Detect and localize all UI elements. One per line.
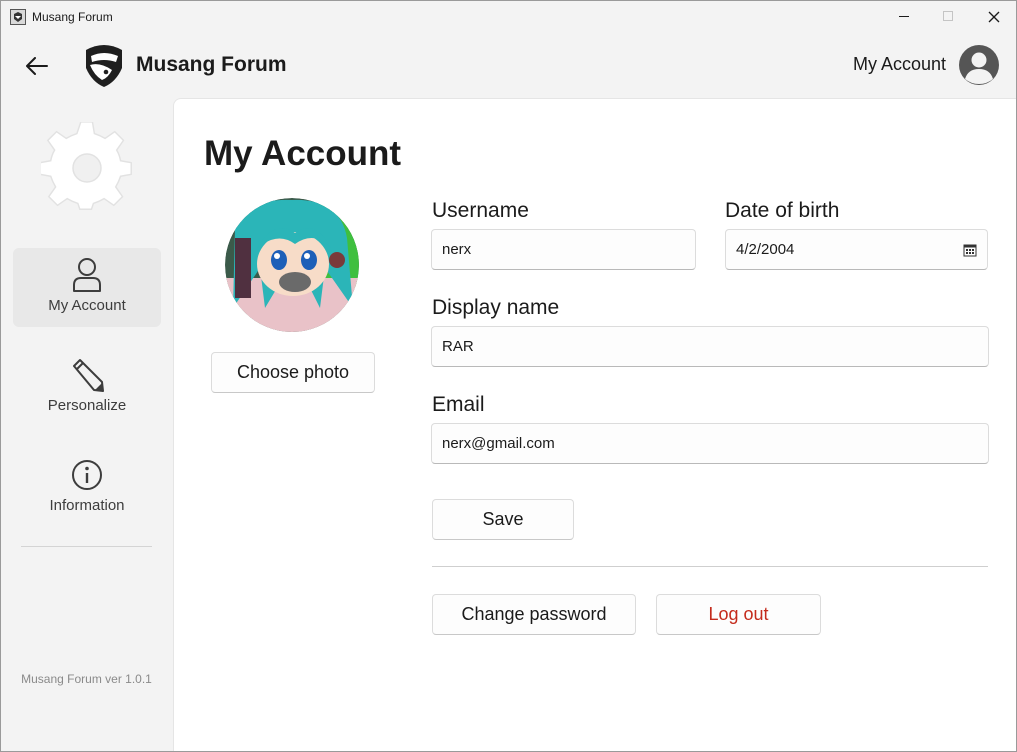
account-avatar-icon[interactable] — [958, 44, 1000, 86]
change-password-button[interactable]: Change password — [432, 594, 636, 635]
pencil-icon — [69, 357, 105, 393]
section-divider — [432, 566, 988, 567]
sidebar-item-label: Information — [49, 497, 125, 514]
sidebar-item-my-account[interactable]: My Account — [13, 248, 161, 327]
date-of-birth-label: Date of birth — [725, 199, 840, 222]
logout-button[interactable]: Log out — [656, 594, 821, 635]
display-name-field[interactable]: RAR — [431, 326, 989, 367]
badger-logo-icon — [82, 42, 126, 88]
app-logo-icon — [10, 8, 26, 25]
sidebar-item-personalize[interactable]: Personalize — [13, 348, 161, 427]
save-button[interactable]: Save — [432, 499, 574, 540]
display-name-label: Display name — [432, 296, 560, 319]
profile-photo — [225, 198, 359, 332]
email-label: Email — [432, 393, 485, 416]
minimize-button[interactable] — [881, 1, 927, 32]
sidebar-item-label: Personalize — [47, 397, 127, 414]
sidebar: My Account Personalize Information Musan… — [1, 98, 173, 751]
choose-photo-button[interactable]: Choose photo — [211, 352, 375, 393]
settings-gear-icon — [39, 121, 133, 214]
email-field[interactable]: nerx@gmail.com — [431, 423, 989, 464]
version-text: Musang Forum ver 1.0.1 — [21, 672, 152, 686]
date-of-birth-value: 4/2/2004 — [736, 241, 795, 258]
back-arrow-icon[interactable] — [19, 48, 55, 84]
page-title: My Account — [204, 134, 402, 173]
info-icon — [69, 457, 105, 493]
sidebar-divider — [21, 546, 152, 547]
title-bar: Musang Forum — [1, 1, 1016, 32]
person-icon — [69, 257, 105, 293]
sidebar-item-information[interactable]: Information — [13, 448, 161, 527]
app-window: Musang Forum Musang Forum My Account My … — [0, 0, 1017, 752]
brand-name: Musang Forum — [136, 53, 287, 76]
maximize-button[interactable] — [925, 1, 971, 32]
main-panel: My Account Choose photo Username nerx Da… — [173, 98, 1016, 751]
sidebar-item-label: My Account — [48, 297, 126, 314]
username-field[interactable]: nerx — [431, 229, 696, 270]
header-account-label[interactable]: My Account — [853, 54, 946, 75]
calendar-icon[interactable] — [963, 243, 977, 257]
username-label: Username — [432, 199, 529, 222]
app-header: Musang Forum My Account — [1, 32, 1016, 98]
date-of-birth-field[interactable]: 4/2/2004 — [725, 229, 988, 270]
close-button[interactable] — [971, 1, 1016, 32]
window-title: Musang Forum — [32, 9, 113, 24]
